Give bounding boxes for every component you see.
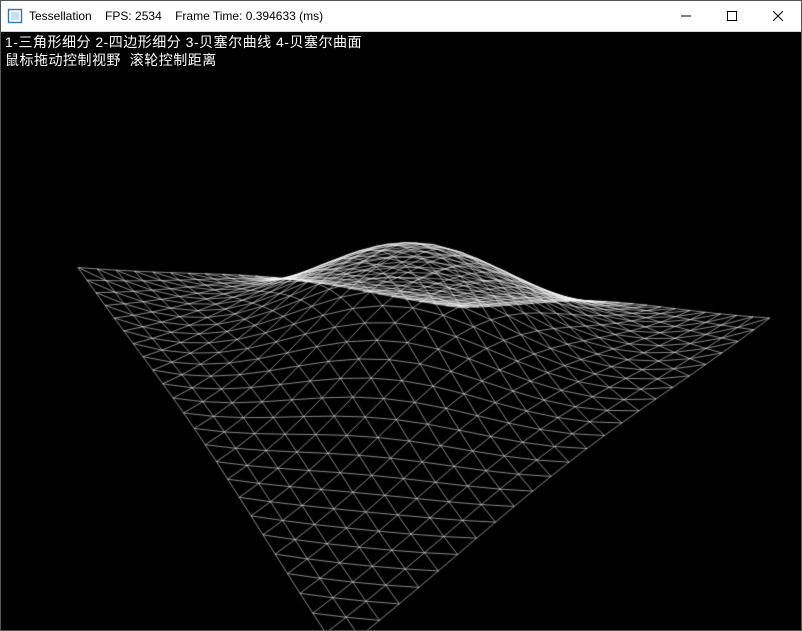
overlay-line-1: 1-三角形细分 2-四边形细分 3-贝塞尔曲线 4-贝塞尔曲面 xyxy=(5,34,362,50)
overlay-help: 1-三角形细分 2-四边形细分 3-贝塞尔曲线 4-贝塞尔曲面 鼠标拖动控制视野… xyxy=(5,34,362,69)
viewport[interactable]: 1-三角形细分 2-四边形细分 3-贝塞尔曲线 4-贝塞尔曲面 鼠标拖动控制视野… xyxy=(1,32,801,630)
title-left: Tessellation FPS: 2534 Frame Time: 0.394… xyxy=(1,8,323,24)
window-controls xyxy=(663,1,801,31)
minimize-button[interactable] xyxy=(663,1,709,31)
overlay-line-2: 鼠标拖动控制视野 滚轮控制距离 xyxy=(5,52,217,68)
window-title: Tessellation FPS: 2534 Frame Time: 0.394… xyxy=(29,9,323,23)
app-icon xyxy=(7,8,23,24)
app-window: Tessellation FPS: 2534 Frame Time: 0.394… xyxy=(0,0,802,631)
maximize-button[interactable] xyxy=(709,1,755,31)
mesh-canvas[interactable] xyxy=(1,32,801,630)
titlebar[interactable]: Tessellation FPS: 2534 Frame Time: 0.394… xyxy=(1,1,801,32)
close-button[interactable] xyxy=(755,1,801,31)
